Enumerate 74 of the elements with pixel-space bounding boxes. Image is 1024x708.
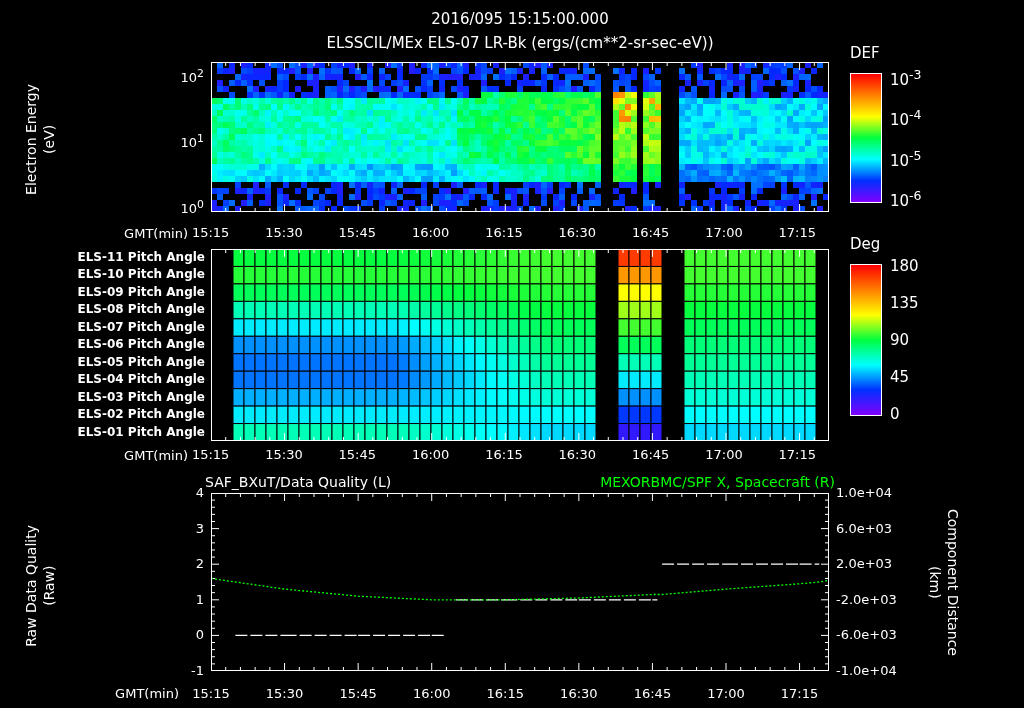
tick-label: 17:00 — [705, 225, 743, 242]
tick-label: 16:45 — [631, 447, 670, 464]
colorbar-tick-label: 10$^{-4}$ — [890, 106, 922, 130]
tick-label: 16:00 — [411, 225, 450, 242]
tick-label: 4 — [195, 485, 204, 501]
tick-label: -1.0e+04 — [836, 662, 897, 679]
tick-label: 10$^{2}$ — [180, 66, 204, 87]
colorbar-tick-label: 10$^{-3}$ — [890, 66, 922, 89]
tick-label: 10$^{1}$ — [180, 131, 204, 152]
tick-label: 16:15 — [485, 225, 523, 242]
row-label: ELS-02 Pitch Angle — [77, 406, 205, 424]
row-label: ELS-10 Pitch Angle — [77, 266, 205, 284]
axis-title: Electron Energy (eV) — [22, 84, 58, 195]
tick-label: 16:45 — [633, 685, 672, 703]
row-label: ELS-08 Pitch Angle — [77, 301, 205, 319]
row-label: ELS-06 Pitch Angle — [77, 336, 205, 354]
axis-label: GMT(min) — [114, 685, 180, 703]
colorbar-tick-label: 135 — [890, 294, 919, 312]
row-label: ELS-09 Pitch Angle — [77, 283, 205, 301]
plot-title: ELSSCIL/MEx ELS-07 LR-Bk (ergs/(cm**2-sr-sec-eV)) — [326, 33, 714, 54]
tick-label: 1 — [195, 591, 204, 608]
series-title: SAF_BXuT/Data Quality (L) — [205, 473, 392, 491]
tick-label: 1.0e+04 — [836, 485, 893, 501]
tick-label: 6.0e+03 — [836, 520, 893, 537]
tick-label: 15:30 — [265, 225, 303, 242]
tick-label: 10$^{0}$ — [180, 196, 204, 217]
tick-label: 15:15 — [191, 447, 230, 464]
colorbar-tick-label: 90 — [890, 331, 911, 349]
colorbar-tick-label: 10$^{-5}$ — [890, 146, 922, 170]
tick-label: 15:45 — [339, 685, 377, 703]
tick-label: 0 — [195, 627, 204, 644]
tick-label: 16:00 — [411, 447, 450, 464]
axis-title: Raw Data Quality (Raw) — [22, 525, 58, 647]
tick-label: 16:15 — [486, 685, 524, 703]
colorbar-tick-label: 10$^{-6}$ — [890, 187, 922, 210]
tick-label: 15:15 — [192, 685, 230, 703]
row-label: ELS-05 Pitch Angle — [77, 353, 205, 371]
row-label: ELS-03 Pitch Angle — [77, 388, 205, 406]
colorbar-title: Deg — [850, 235, 882, 253]
axis-label: GMT(min) — [123, 447, 189, 465]
tick-label: 2 — [195, 556, 204, 573]
tick-label: 15:45 — [338, 225, 377, 242]
axis-label: GMT(min) — [123, 225, 189, 243]
tick-label: 15:30 — [265, 447, 303, 464]
tick-label: 3 — [195, 520, 204, 537]
colorbar-tick-label: 180 — [890, 257, 919, 275]
tick-label: 17:15 — [778, 225, 816, 242]
plot-date-time: 2016/095 15:15:00.000 — [431, 9, 609, 30]
tick-label: 17:15 — [780, 685, 819, 703]
tick-label: 16:00 — [412, 685, 451, 703]
tick-label: 17:15 — [778, 447, 816, 464]
tick-label: 16:30 — [558, 225, 597, 242]
tick-label: -2.0e+03 — [836, 591, 897, 608]
row-label: ELS-11 Pitch Angle — [77, 249, 205, 266]
tick-label: 15:30 — [265, 685, 304, 703]
tick-label: 16:30 — [558, 447, 597, 464]
colorbar-tick-label: 45 — [890, 368, 911, 386]
colorbar-tick-label: 0 — [890, 405, 901, 423]
axis-title: Component Distance (km) — [926, 508, 962, 656]
tick-label: 15:45 — [338, 447, 377, 464]
tick-label: -6.0e+03 — [836, 627, 897, 644]
colorbar-title: DEF — [850, 44, 881, 62]
row-label: ELS-04 Pitch Angle — [77, 371, 205, 389]
row-label: ELS-01 Pitch Angle — [77, 423, 205, 441]
tick-label: -1 — [191, 663, 204, 679]
tick-label: 16:15 — [485, 447, 523, 464]
tick-label: 15:15 — [191, 225, 230, 242]
tick-label: 2.0e+03 — [836, 556, 893, 573]
row-label: ELS-07 Pitch Angle — [77, 318, 205, 336]
tick-label: 16:30 — [560, 685, 598, 703]
tick-label: 17:00 — [707, 685, 745, 703]
tick-label: 17:00 — [705, 447, 743, 464]
series-title: MEXORBMC/SPF X, Spacecraft (R) — [600, 473, 835, 491]
tick-label: 16:45 — [631, 225, 670, 242]
